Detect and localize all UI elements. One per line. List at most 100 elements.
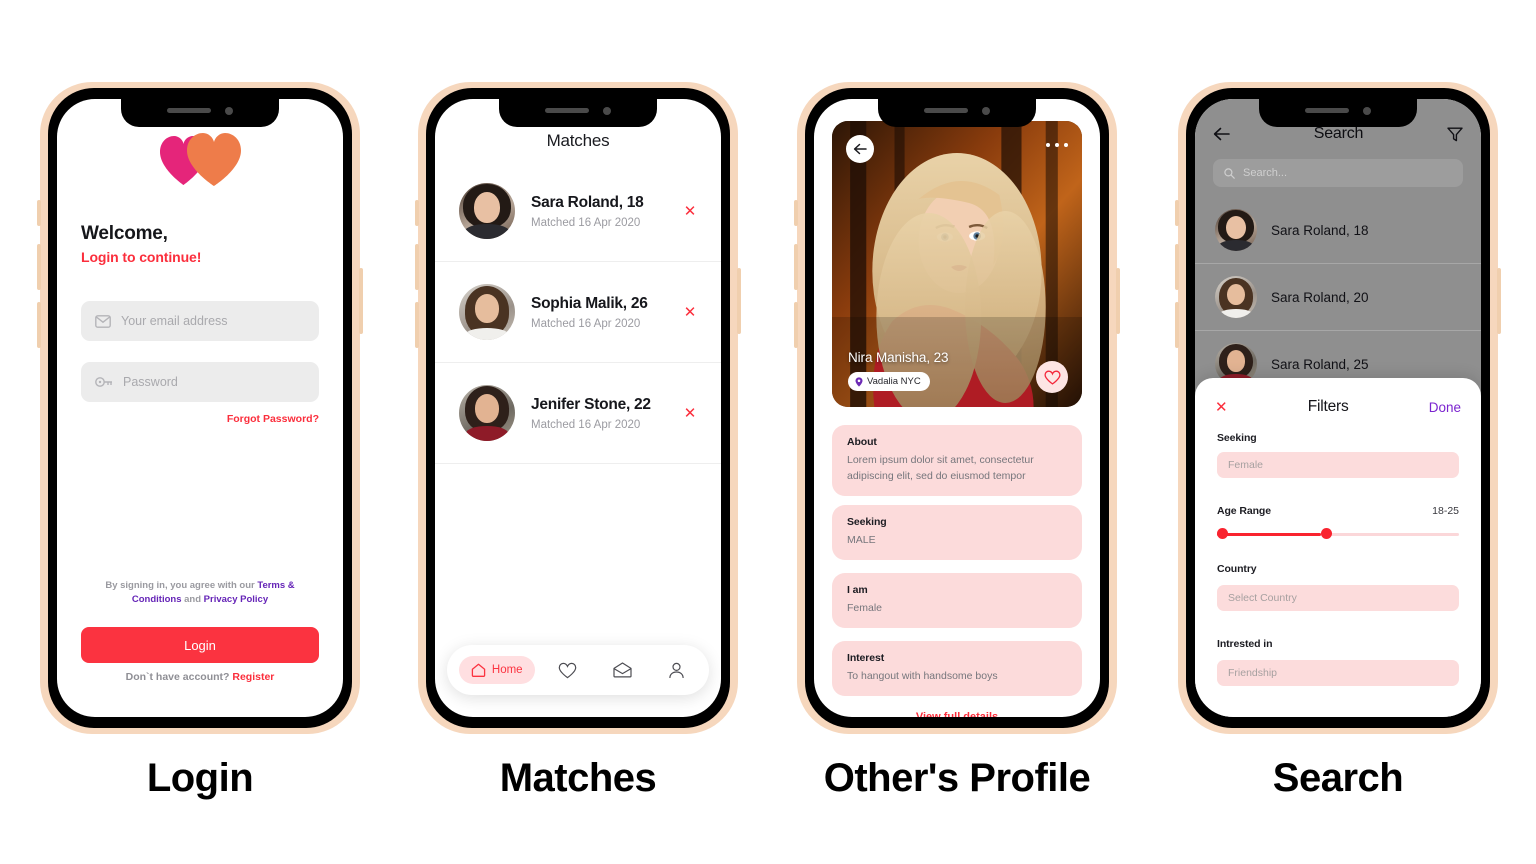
close-x-icon[interactable]: ✕ xyxy=(681,305,699,320)
privacy-link[interactable]: Privacy Policy xyxy=(204,594,268,605)
page-subtitle: Login to continue! xyxy=(81,249,202,265)
avatar xyxy=(459,385,515,441)
volume-up-button[interactable] xyxy=(415,244,419,290)
filter-button[interactable] xyxy=(1447,127,1463,142)
search-result-row[interactable]: Sara Roland, 18 xyxy=(1195,197,1481,264)
volume-down-button[interactable] xyxy=(1175,302,1179,348)
search-result-name: Sara Roland, 25 xyxy=(1271,356,1369,372)
mute-switch[interactable] xyxy=(794,200,798,226)
more-dots-icon[interactable] xyxy=(1046,143,1068,147)
register-prompt: Don`t have account? xyxy=(125,671,230,683)
slider-knob-min[interactable] xyxy=(1217,528,1228,539)
matches-list: Sara Roland, 18 Matched 16 Apr 2020 ✕ So… xyxy=(435,161,721,464)
phone-notch xyxy=(1259,99,1417,127)
card-value: Female xyxy=(847,602,883,614)
home-icon xyxy=(471,663,486,677)
profile-name: Nira Manisha, 23 xyxy=(848,350,949,365)
phone-login: Welcome, Login to continue! Your email a… xyxy=(37,82,363,734)
view-full-details-link[interactable]: View full details xyxy=(814,711,1100,717)
profile-photo-card: Nira Manisha, 23 Vadalia NYC xyxy=(832,121,1082,407)
seeking-select[interactable]: Female xyxy=(1217,452,1459,478)
close-x-icon[interactable]: ✕ xyxy=(681,204,699,219)
volume-up-button[interactable] xyxy=(794,244,798,290)
phone-profile: Nira Manisha, 23 Vadalia NYC About Lorem… xyxy=(794,82,1120,734)
password-field[interactable]: Password xyxy=(81,362,319,402)
mute-switch[interactable] xyxy=(1175,200,1179,226)
mute-switch[interactable] xyxy=(415,200,419,226)
volume-up-button[interactable] xyxy=(37,244,41,290)
card-value: Lorem ipsum dolor sit amet, consectetur … xyxy=(847,454,1034,482)
caption-search: Search xyxy=(1272,756,1404,800)
like-button[interactable] xyxy=(1036,361,1068,393)
front-camera xyxy=(225,106,233,115)
volume-down-button[interactable] xyxy=(794,302,798,348)
email-field[interactable]: Your email address xyxy=(81,301,319,341)
search-placeholder: Search... xyxy=(1243,167,1288,179)
slider-knob-max[interactable] xyxy=(1321,528,1333,539)
close-x-icon[interactable]: ✕ xyxy=(1215,400,1228,415)
match-name: Jenifer Stone, 22 xyxy=(531,395,651,413)
volume-down-button[interactable] xyxy=(37,302,41,348)
profile-card-interest: Interest To hangout with handsome boys xyxy=(832,641,1082,696)
login-screen: Welcome, Login to continue! Your email a… xyxy=(57,99,343,717)
close-x-icon[interactable]: ✕ xyxy=(681,406,699,421)
power-button[interactable] xyxy=(737,268,741,334)
card-value: MALE xyxy=(847,534,876,546)
terms-prefix: By signing in, you agree with our xyxy=(105,580,258,591)
age-range-slider[interactable] xyxy=(1217,528,1459,540)
register-link[interactable]: Register xyxy=(232,671,274,683)
power-button[interactable] xyxy=(1116,268,1120,334)
search-input[interactable]: Search... xyxy=(1213,159,1463,187)
tab-home-label: Home xyxy=(491,664,523,676)
profile-screen: Nira Manisha, 23 Vadalia NYC About Lorem… xyxy=(814,99,1100,717)
tab-messages[interactable] xyxy=(601,655,644,685)
mute-switch[interactable] xyxy=(37,200,41,226)
heart-icon xyxy=(559,662,577,678)
search-results-list: Sara Roland, 18 Sara Roland, 20 Sara Rol… xyxy=(1195,197,1481,398)
volume-up-button[interactable] xyxy=(1175,244,1179,290)
match-row[interactable]: Jenifer Stone, 22 Matched 16 Apr 2020 ✕ xyxy=(435,363,721,464)
phone-body: Search Search... Sara Roland, 18 Sara Ro… xyxy=(1186,88,1490,728)
volume-down-button[interactable] xyxy=(415,302,419,348)
register-prompt-row: Don`t have account? Register xyxy=(57,671,343,683)
envelope-icon xyxy=(95,314,111,328)
done-button[interactable]: Done xyxy=(1429,400,1461,415)
search-result-row[interactable]: Sara Roland, 20 xyxy=(1195,264,1481,331)
power-button[interactable] xyxy=(1497,268,1501,334)
power-button[interactable] xyxy=(359,268,363,334)
card-label: I am xyxy=(847,584,868,596)
earpiece-speaker xyxy=(545,108,589,113)
back-button[interactable] xyxy=(846,135,874,163)
front-camera xyxy=(1363,106,1371,115)
search-result-name: Sara Roland, 18 xyxy=(1271,222,1369,238)
password-placeholder: Password xyxy=(123,375,178,389)
interested-in-label: Intrested in xyxy=(1217,638,1273,650)
match-row[interactable]: Sara Roland, 18 Matched 16 Apr 2020 ✕ xyxy=(435,161,721,262)
avatar xyxy=(459,183,515,239)
tab-likes[interactable] xyxy=(546,655,589,686)
match-date: Matched 16 Apr 2020 xyxy=(531,216,641,229)
profile-card-iam: I am Female xyxy=(832,573,1082,628)
card-label: About xyxy=(847,436,877,448)
tab-profile[interactable] xyxy=(656,655,697,686)
forgot-password-link[interactable]: Forgot Password? xyxy=(227,413,319,425)
tab-home[interactable]: Home xyxy=(458,656,535,684)
key-icon xyxy=(95,377,112,387)
page-title: Welcome, xyxy=(81,223,168,244)
match-row[interactable]: Sophia Malik, 26 Matched 16 Apr 2020 ✕ xyxy=(435,262,721,363)
earpiece-speaker xyxy=(1305,108,1349,113)
interested-in-select[interactable]: Friendship xyxy=(1217,660,1459,686)
search-result-name: Sara Roland, 20 xyxy=(1271,289,1369,305)
front-camera xyxy=(982,106,990,115)
back-button[interactable] xyxy=(1213,127,1230,141)
app-logo xyxy=(57,131,343,187)
phone-body: Welcome, Login to continue! Your email a… xyxy=(48,88,352,728)
country-select[interactable]: Select Country xyxy=(1217,585,1459,611)
envelope-icon xyxy=(613,662,632,678)
bottom-tab-bar: Home xyxy=(447,645,709,695)
match-info: Sara Roland, 18 Matched 16 Apr 2020 xyxy=(515,194,681,229)
arrow-left-icon xyxy=(1213,127,1230,141)
login-button[interactable]: Login xyxy=(81,627,319,663)
age-range-value: 18-25 xyxy=(1432,505,1459,517)
page-title: Search xyxy=(1313,125,1364,142)
